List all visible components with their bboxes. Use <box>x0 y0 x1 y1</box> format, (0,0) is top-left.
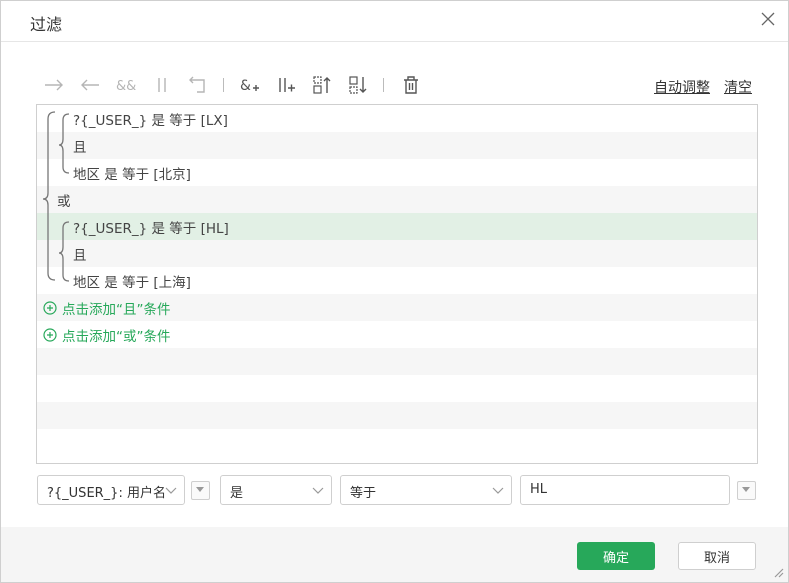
return-arrow-icon[interactable] <box>185 71 211 99</box>
condition-list: ?{_USER_} 是 等于 [LX] 且 地区 是 等于 [北京] 或 ?{_… <box>36 104 758 464</box>
auto-adjust-link[interactable]: 自动调整 <box>654 77 710 97</box>
clear-link[interactable]: 清空 <box>724 77 752 97</box>
and-icon[interactable]: && <box>112 71 138 99</box>
cancel-button[interactable]: 取消 <box>678 542 756 570</box>
add-circle-icon <box>43 328 57 342</box>
dialog-title: 过滤 <box>30 15 63 34</box>
condition-row[interactable]: 或 <box>37 186 757 213</box>
condition-row[interactable]: ?{_USER_} 是 等于 [LX] <box>37 105 757 132</box>
operator-select-value: 是 <box>230 486 244 501</box>
comparison-select[interactable]: 等于 <box>340 475 512 505</box>
filter-dialog: 过滤 && & 自动调整 清空 ?{_USER_} 是 等于 [LX] 且 地区… <box>0 0 789 583</box>
condition-row[interactable]: 地区 是 等于 [北京] <box>37 159 757 186</box>
and-operator-text: 且 <box>73 248 87 264</box>
empty-row <box>37 375 757 402</box>
empty-row <box>37 402 757 429</box>
value-input[interactable]: HL <box>520 475 730 505</box>
toolbar-divider <box>223 78 224 92</box>
dialog-footer <box>1 527 788 582</box>
dialog-titlebar: 过滤 <box>1 1 788 42</box>
caret-down-icon <box>742 487 750 492</box>
add-or-condition-link[interactable]: 点击添加“或”条件 <box>43 325 171 345</box>
condition-row[interactable]: 且 <box>37 132 757 159</box>
caret-down-icon <box>196 487 204 492</box>
confirm-button[interactable]: 确定 <box>577 542 655 570</box>
add-and-icon[interactable]: & <box>237 71 263 99</box>
value-input-text: HL <box>530 482 548 497</box>
or-icon[interactable] <box>149 71 175 99</box>
value-dropdown-toggle[interactable] <box>737 481 756 500</box>
move-down-icon[interactable] <box>345 71 371 99</box>
chevron-down-icon <box>165 487 177 494</box>
svg-text:&: & <box>240 78 251 94</box>
add-or-row: 点击添加“或”条件 <box>37 321 757 348</box>
add-and-label: 点击添加“且”条件 <box>62 302 171 318</box>
operator-select[interactable]: 是 <box>220 475 332 505</box>
svg-text:&&: && <box>116 79 136 94</box>
chevron-down-icon <box>312 487 324 494</box>
condition-text: ?{_USER_} 是 等于 [LX] <box>73 113 228 129</box>
close-icon[interactable] <box>758 9 778 29</box>
field-dropdown-toggle[interactable] <box>191 481 210 500</box>
move-up-icon[interactable] <box>309 71 335 99</box>
condition-text: 地区 是 等于 [北京] <box>73 167 191 183</box>
empty-row <box>37 429 757 456</box>
resize-grip-icon[interactable] <box>772 566 784 578</box>
field-select-value: ?{_USER_}: 用户名 <box>47 486 166 501</box>
empty-row <box>37 348 757 375</box>
add-circle-icon <box>43 301 57 315</box>
condition-text: ?{_USER_} 是 等于 [HL] <box>73 221 229 237</box>
condition-row[interactable]: 地区 是 等于 [上海] <box>37 267 757 294</box>
toolbar-divider <box>383 78 384 92</box>
comparison-select-value: 等于 <box>350 486 377 501</box>
or-operator-text: 或 <box>57 194 71 210</box>
outdent-left-arrow-icon[interactable] <box>77 71 103 99</box>
condition-row-selected[interactable]: ?{_USER_} 是 等于 [HL] <box>37 213 757 240</box>
add-or-icon[interactable] <box>273 71 299 99</box>
add-and-condition-link[interactable]: 点击添加“且”条件 <box>43 298 171 318</box>
add-and-row: 点击添加“且”条件 <box>37 294 757 321</box>
delete-icon[interactable] <box>398 71 424 99</box>
condition-text: 地区 是 等于 [上海] <box>73 275 191 291</box>
condition-row[interactable]: 且 <box>37 240 757 267</box>
chevron-down-icon <box>492 487 504 494</box>
and-operator-text: 且 <box>73 140 87 156</box>
field-select[interactable]: ?{_USER_}: 用户名 <box>37 475 185 505</box>
add-or-label: 点击添加“或”条件 <box>62 329 171 345</box>
indent-right-arrow-icon[interactable] <box>41 71 67 99</box>
